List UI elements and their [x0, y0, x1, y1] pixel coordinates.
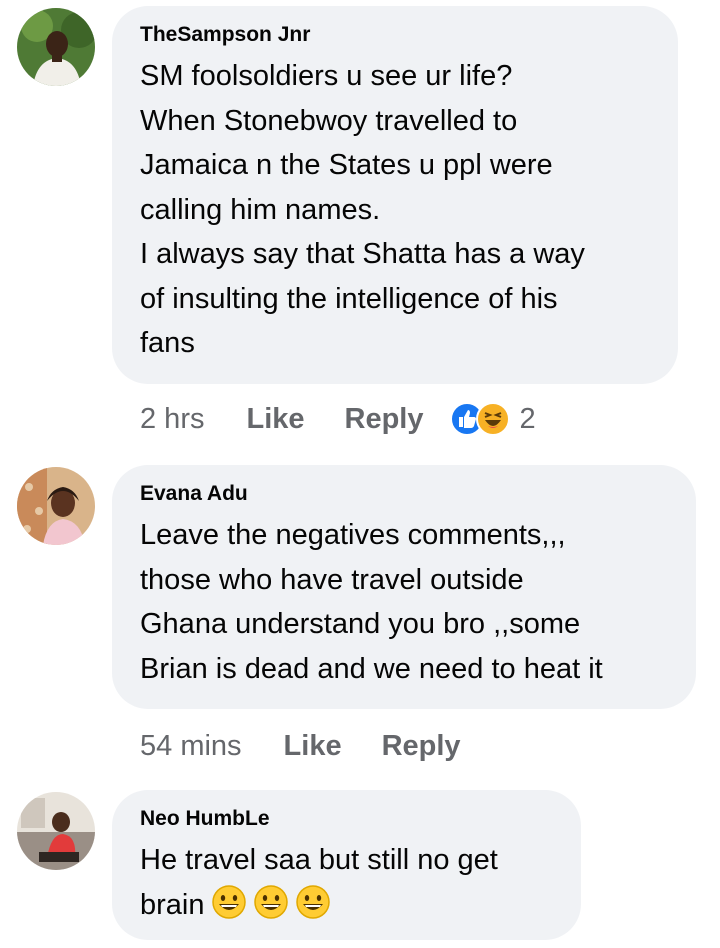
reply-button[interactable]: Reply — [345, 403, 424, 436]
comment-author[interactable]: TheSampson Jnr — [140, 22, 650, 48]
comment-author[interactable]: Evana Adu — [140, 481, 668, 507]
like-button[interactable]: Like — [284, 730, 342, 763]
avatar-photo-icon — [17, 8, 95, 86]
comment-author[interactable]: Neo HumbLe — [140, 806, 553, 832]
avatar-photo-icon — [17, 467, 95, 545]
reaction-count: 2 — [519, 402, 536, 435]
comment-bubble: TheSampson Jnr SM foolsoldiers u see ur … — [112, 6, 678, 384]
grinning-face-emoji-icon — [211, 884, 246, 919]
comment-text-line: brain — [140, 888, 205, 921]
haha-reaction-icon — [475, 402, 510, 436]
avatar-photo-icon — [17, 792, 95, 870]
reply-button[interactable]: Reply — [382, 730, 461, 763]
comment-text: He travel saa but still no get brain — [140, 838, 553, 927]
comment-text: SM foolsoldiers u see ur life? When Ston… — [140, 60, 585, 359]
comment-actions: 2 hrs Like Reply 2 — [140, 399, 536, 439]
comment-timestamp[interactable]: 54 mins — [140, 730, 242, 763]
avatar[interactable] — [17, 8, 95, 86]
avatar[interactable] — [17, 792, 95, 870]
comment-bubble: Neo HumbLe He travel saa but still no ge… — [112, 790, 581, 940]
grinning-face-emoji-icon — [295, 884, 330, 919]
comment-bubble: Evana Adu Leave the negatives comments,,… — [112, 465, 696, 709]
avatar[interactable] — [17, 467, 95, 545]
like-button[interactable]: Like — [246, 403, 304, 436]
comment-text: Leave the negatives comments,,, those wh… — [140, 519, 603, 685]
reactions-summary[interactable]: 2 — [449, 402, 536, 436]
comment-text-line: He travel saa but still no get — [140, 844, 498, 876]
grinning-face-emoji-icon — [253, 884, 288, 919]
comment-timestamp[interactable]: 2 hrs — [140, 403, 204, 436]
comment-actions: 54 mins Like Reply — [140, 726, 501, 766]
